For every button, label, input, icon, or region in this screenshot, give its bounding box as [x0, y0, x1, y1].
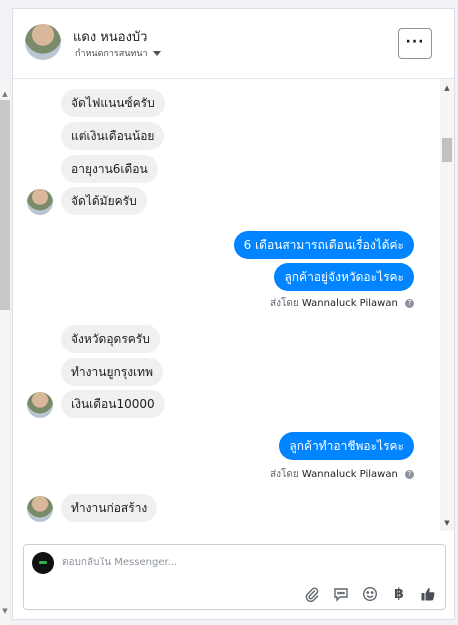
- emoji-icon[interactable]: [361, 585, 379, 603]
- attachment-icon[interactable]: [303, 585, 321, 603]
- sender-name[interactable]: Wannaluck Pilawan: [302, 469, 398, 480]
- incoming-message: จัดได้มัยครับ: [61, 187, 147, 215]
- outgoing-message: ลูกค้าอยู่จังหวัดอะไรคะ: [274, 263, 414, 291]
- info-icon[interactable]: ?: [405, 298, 414, 308]
- contact-avatar-small: [27, 392, 53, 418]
- contact-avatar[interactable]: [25, 24, 61, 60]
- contact-avatar-small: [27, 189, 53, 215]
- thread-scrollbar-thumb[interactable]: [442, 138, 452, 162]
- incoming-message: อายุงาน6เดือน: [61, 155, 158, 183]
- saved-reply-icon[interactable]: [332, 585, 350, 603]
- outgoing-message: 6 เดือนสามารถเดือนเรื่องได้ค่ะ: [233, 231, 414, 259]
- incoming-message: เงินเดือน10000: [61, 390, 165, 418]
- sent-by-label: ส่งโดย Wannaluck Pilawan ?: [270, 296, 414, 311]
- incoming-message: แต่เงินเดือนน้อย: [61, 122, 165, 150]
- scroll-down-arrow-icon[interactable]: ▼: [443, 519, 451, 527]
- thumbs-up-icon[interactable]: [419, 585, 437, 603]
- thread-scrollbar[interactable]: ▲ ▼: [440, 79, 454, 531]
- incoming-message: จัดไฟแนนซ์ครับ: [61, 89, 165, 117]
- sent-by-prefix: ส่งโดย: [270, 298, 299, 309]
- contact-name[interactable]: แดง หนองบัว: [73, 26, 147, 47]
- incoming-message: ทำงานยูกรุงเทพ: [61, 358, 163, 386]
- scroll-up-arrow-icon[interactable]: ▲: [1, 90, 9, 98]
- page-scrollbar-thumb[interactable]: [0, 100, 10, 310]
- contact-avatar-small: [27, 496, 53, 522]
- scroll-up-arrow-icon[interactable]: ▲: [443, 84, 451, 92]
- outgoing-message: ลูกค้าทำอาชีพอะไรคะ: [279, 432, 414, 460]
- sent-by-label: ส่งโดย Wannaluck Pilawan ?: [270, 467, 414, 482]
- incoming-message: จังหวัดอุดรครับ: [61, 325, 160, 353]
- sent-by-prefix: ส่งโดย: [270, 469, 299, 480]
- baht-symbol: ฿: [394, 586, 404, 602]
- scroll-down-arrow-icon[interactable]: ▼: [1, 607, 9, 615]
- reply-composer: ฿: [23, 544, 446, 610]
- info-icon[interactable]: ?: [405, 469, 414, 479]
- page-avatar: [32, 552, 54, 574]
- conversation-status-dropdown[interactable]: กำหนดการสนทนา: [75, 46, 161, 60]
- conversation-panel: แดง หนองบัว กำหนดการสนทนา ··· จัดไฟแนนซ์…: [12, 8, 455, 620]
- conversation-header: แดง หนองบัว กำหนดการสนทนา ···: [13, 9, 454, 79]
- message-thread[interactable]: จัดไฟแนนซ์ครับ แต่เงินเดือนน้อย อายุงาน6…: [13, 79, 454, 531]
- reply-input[interactable]: [62, 557, 422, 568]
- baht-payment-icon[interactable]: ฿: [390, 585, 408, 603]
- page-scrollbar[interactable]: ▲ ▼: [0, 80, 10, 625]
- caret-down-icon: [152, 51, 161, 56]
- conversation-status-label: กำหนดการสนทนา: [75, 49, 148, 59]
- incoming-message: ทำงานก่อสร้าง: [61, 494, 158, 522]
- more-options-button[interactable]: ···: [398, 28, 432, 59]
- sender-name[interactable]: Wannaluck Pilawan: [302, 298, 398, 309]
